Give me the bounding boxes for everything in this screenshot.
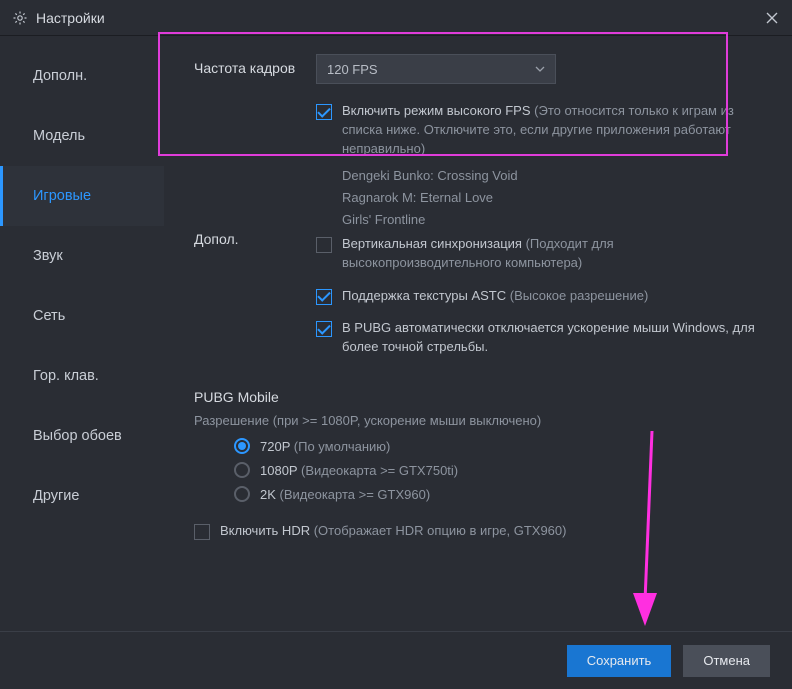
game-list-item: Ragnarok M: Eternal Love [342, 187, 770, 209]
highfps-game-list: Dengeki Bunko: Crossing VoidRagnarok M: … [342, 165, 770, 231]
radio-icon [234, 438, 250, 454]
fps-dropdown[interactable]: 120 FPS [316, 54, 556, 84]
resolution-radio-group: 720P (По умолчанию) 1080P (Видеокарта >= … [234, 438, 770, 502]
resolution-option-label: 2K (Видеокарта >= GTX960) [260, 487, 430, 502]
game-list-item: Dengeki Bunko: Crossing Void [342, 165, 770, 187]
settings-content: Частота кадров 120 FPS Включить режим вы… [164, 36, 792, 631]
titlebar: Настройки [0, 0, 792, 36]
sidebar-item-5[interactable]: Гор. клав. [0, 346, 164, 406]
radio-icon [234, 462, 250, 478]
highfps-checkbox[interactable] [316, 104, 332, 120]
resolution-note: Разрешение (при >= 1080P, ускорение мыши… [194, 413, 770, 428]
astc-checkbox[interactable] [316, 289, 332, 305]
game-list-item: Girls' Frontline [342, 209, 770, 231]
resolution-option-1[interactable]: 1080P (Видеокарта >= GTX750ti) [234, 462, 770, 478]
pubg-mouse-text: В PUBG автоматически отключается ускорен… [342, 319, 770, 357]
cancel-button[interactable]: Отмена [683, 645, 770, 677]
pubg-mouse-checkbox[interactable] [316, 321, 332, 337]
vsync-text: Вертикальная синхронизация (Подходит для… [342, 235, 770, 273]
additional-label: Допол. [194, 229, 316, 247]
window-title: Настройки [36, 10, 105, 26]
fps-label: Частота кадров [194, 54, 316, 76]
save-button[interactable]: Сохранить [567, 645, 672, 677]
pubg-title: PUBG Mobile [194, 389, 770, 405]
sidebar-item-6[interactable]: Выбор обоев [0, 406, 164, 466]
sidebar-item-7[interactable]: Другие [0, 466, 164, 526]
sidebar-item-3[interactable]: Звук [0, 226, 164, 286]
resolution-option-2[interactable]: 2K (Видеокарта >= GTX960) [234, 486, 770, 502]
highfps-text: Включить режим высокого FPS (Это относит… [342, 102, 770, 159]
resolution-option-label: 720P (По умолчанию) [260, 439, 390, 454]
gear-icon [12, 10, 28, 26]
hdr-text: Включить HDR (Отображает HDR опцию в игр… [220, 522, 770, 541]
resolution-option-0[interactable]: 720P (По умолчанию) [234, 438, 770, 454]
sidebar: Дополн.МодельИгровыеЗвукСетьГор. клав.Вы… [0, 36, 164, 631]
sidebar-item-0[interactable]: Дополн. [0, 46, 164, 106]
footer: Сохранить Отмена [0, 631, 792, 689]
close-button[interactable] [752, 0, 792, 36]
astc-text: Поддержка текстуры ASTC (Высокое разреше… [342, 287, 770, 306]
chevron-down-icon [535, 66, 545, 72]
sidebar-item-2[interactable]: Игровые [0, 166, 164, 226]
resolution-option-label: 1080P (Видеокарта >= GTX750ti) [260, 463, 458, 478]
hdr-checkbox[interactable] [194, 524, 210, 540]
fps-value: 120 FPS [327, 62, 378, 77]
sidebar-item-4[interactable]: Сеть [0, 286, 164, 346]
sidebar-item-1[interactable]: Модель [0, 106, 164, 166]
vsync-checkbox[interactable] [316, 237, 332, 253]
radio-icon [234, 486, 250, 502]
